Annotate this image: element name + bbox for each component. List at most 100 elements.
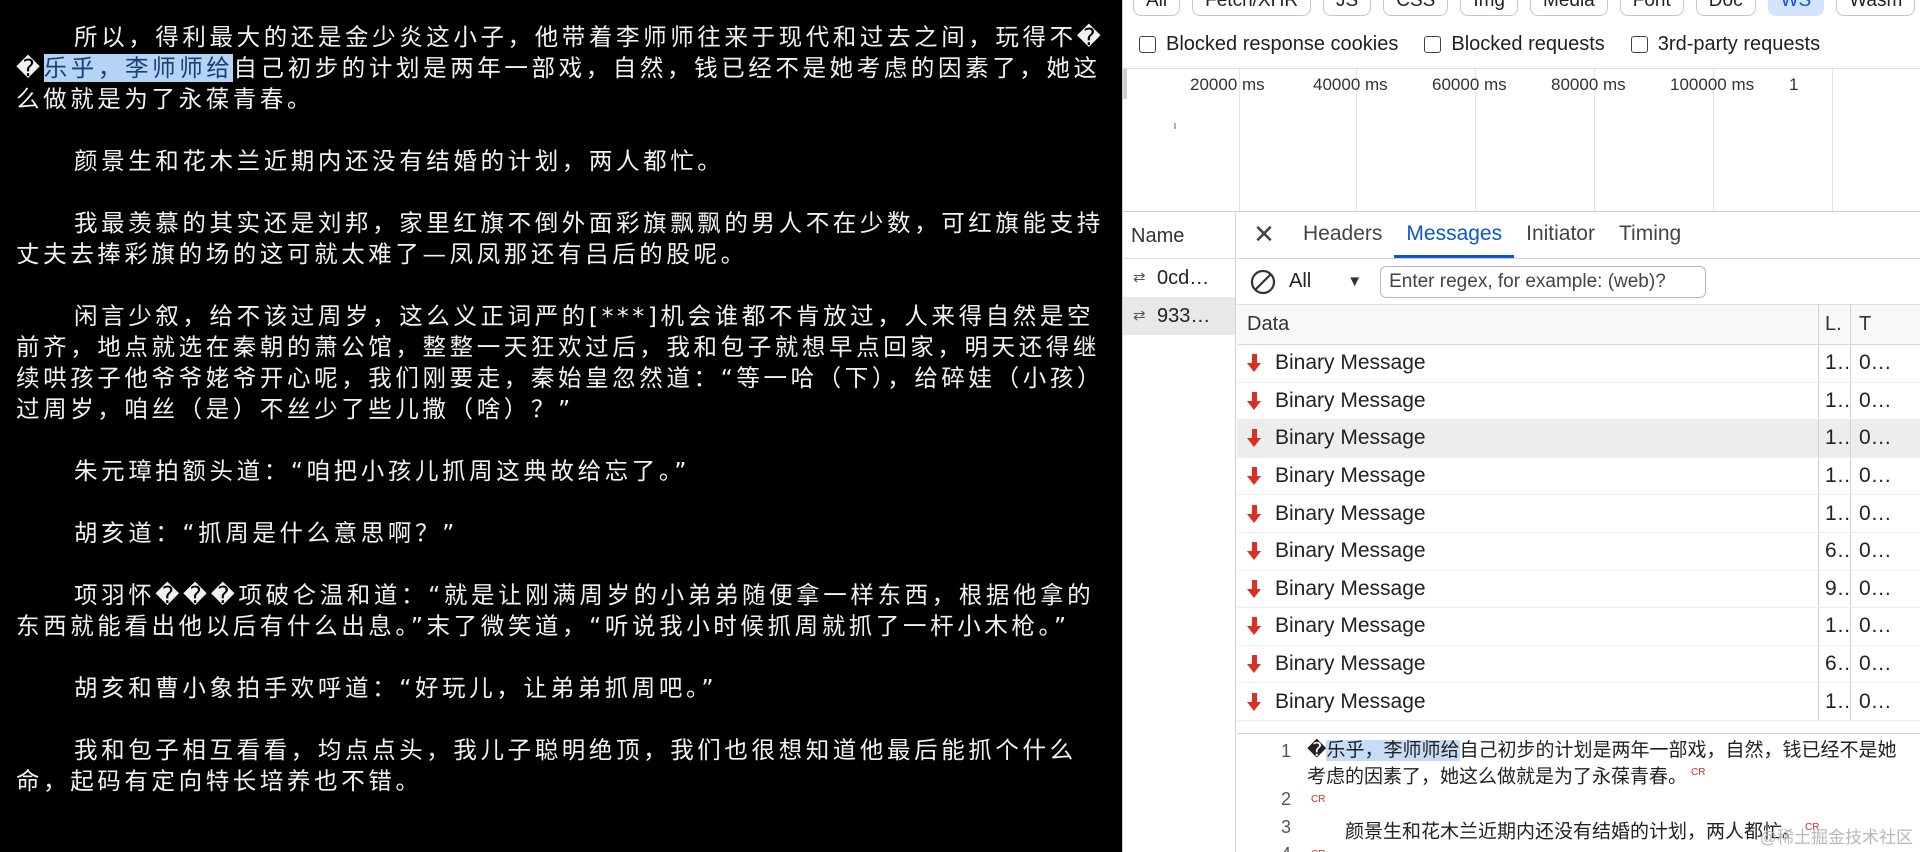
- filter-chip-font[interactable]: Font: [1619, 0, 1684, 16]
- arrow-stem: [1251, 467, 1257, 477]
- message-time: 0…: [1859, 426, 1892, 450]
- message-row[interactable]: Binary Message 1… 0…: [1237, 457, 1920, 496]
- checkbox-label: Blocked requests: [1451, 32, 1605, 55]
- arrow-head: [1247, 363, 1261, 373]
- timeline-scroll-edge[interactable]: [1123, 69, 1127, 99]
- checkbox[interactable]: [1424, 35, 1442, 53]
- message-data: Binary Message: [1275, 388, 1426, 412]
- filter-chip-img[interactable]: Img: [1460, 0, 1518, 16]
- payload-text-segment: 颜景生和花木兰近期内还没有结婚的计划，两人都忙。: [1307, 820, 1802, 842]
- arrow-head: [1247, 626, 1261, 636]
- message-row[interactable]: Binary Message 6… 0…: [1237, 532, 1920, 571]
- paragraph-text: 胡亥和曹小象拍手欢呼道：“好玩儿，让弟弟抓周吧。”: [74, 674, 718, 702]
- payload-line: 1 �乐乎，李师师给自己初步的计划是两年一部戏，自然，钱已经不是她考虑的因素了，她…: [1237, 740, 1920, 788]
- message-time: 0…: [1859, 539, 1892, 563]
- websocket-icon: ⇄: [1133, 307, 1146, 324]
- reader-paragraph: 我和包子相互看看，均点点头，我儿子聪明绝顶，我们也很想知道他最后能抓个什么命，起…: [16, 735, 1112, 797]
- message-row[interactable]: Binary Message 6… 0…: [1237, 645, 1920, 684]
- timeline-tick-label: 40000 ms: [1313, 75, 1388, 94]
- arrow-stem: [1251, 692, 1257, 702]
- message-length: 6…: [1819, 645, 1851, 683]
- name-column-header[interactable]: Name: [1123, 213, 1235, 259]
- message-row[interactable]: Binary Message 9… 0…: [1237, 570, 1920, 609]
- paragraph-text: 我和包子相互看看，均点点头，我儿子聪明绝顶，我们也很想知道他最后能抓个什么命，起…: [16, 736, 1077, 795]
- message-row[interactable]: Binary Message 1… 0…: [1237, 345, 1920, 383]
- incoming-arrow-icon: [1247, 617, 1261, 636]
- message-type-select[interactable]: All ▼: [1289, 270, 1362, 293]
- message-time: 0…: [1859, 614, 1892, 638]
- paragraph-text: 闲言少叙，给不该过周岁，这么义正词严的[***]机会谁都不肯放过，人来得自然是空…: [16, 302, 1105, 423]
- message-time: 0…: [1859, 501, 1892, 525]
- message-data: Binary Message: [1275, 652, 1426, 676]
- request-row[interactable]: ⇄ 0cd…: [1123, 259, 1235, 297]
- network-overview-timeline[interactable]: 20000 ms 40000 ms 60000 ms 80000 ms 100000 m…: [1123, 68, 1920, 213]
- clear-messages-icon[interactable]: [1249, 268, 1277, 296]
- message-data: Binary Message: [1275, 501, 1426, 525]
- payload-text-segment: �: [1307, 740, 1327, 761]
- filter-chip-ws[interactable]: WS: [1767, 0, 1825, 16]
- filter-chip-all[interactable]: All: [1133, 0, 1181, 16]
- filter-chip-wasm[interactable]: Wasm: [1836, 0, 1916, 16]
- tab-initiator[interactable]: Initiator: [1514, 212, 1607, 258]
- message-length: 1…: [1819, 345, 1851, 382]
- checkbox-label: 3rd-party requests: [1657, 32, 1821, 55]
- arrow-stem: [1251, 579, 1257, 589]
- paragraph-text: 朱元璋拍额头道：“咱把小孩儿抓周这典故给忘了。”: [74, 457, 690, 485]
- message-data: Binary Message: [1275, 351, 1426, 375]
- filter-checkbox[interactable]: Blocked response cookies: [1139, 33, 1398, 56]
- message-data: Binary Message: [1275, 689, 1426, 713]
- incoming-arrow-icon: [1247, 354, 1261, 373]
- message-row[interactable]: Binary Message 1… 0…: [1237, 608, 1920, 646]
- line-number: 3: [1280, 816, 1291, 837]
- message-data-cell: Binary Message: [1237, 683, 1819, 720]
- carriage-return-marker: CR: [1691, 767, 1706, 778]
- message-payload-viewer[interactable]: 1 �乐乎，李师师给自己初步的计划是两年一部戏，自然，钱已经不是她考虑的因素了，她…: [1237, 733, 1920, 852]
- checkbox[interactable]: [1139, 35, 1156, 53]
- request-list: ⇄ 0cd… ⇄ 933…: [1123, 259, 1235, 335]
- filter-checkbox[interactable]: 3rd-party requests: [1630, 32, 1821, 56]
- reader-paragraph: 我最羡慕的其实还是刘邦，家里红旗不倒外面彩旗飘飘的男人不在少数，可红旗能支持丈夫…: [16, 208, 1112, 270]
- request-name: 0cd…: [1157, 267, 1210, 289]
- data-column-header[interactable]: Data: [1237, 305, 1819, 344]
- tab-messages[interactable]: Messages: [1394, 212, 1515, 258]
- incoming-arrow-icon: [1247, 542, 1261, 561]
- incoming-arrow-icon: [1247, 692, 1261, 711]
- length-column-header[interactable]: L.: [1819, 305, 1851, 344]
- message-length: 1…: [1819, 420, 1851, 457]
- message-data: Binary Message: [1275, 614, 1426, 638]
- timeline-tick-label: 1: [1789, 75, 1799, 94]
- message-filter-input[interactable]: [1380, 265, 1707, 298]
- message-row[interactable]: Binary Message 1… 0…: [1237, 420, 1920, 458]
- incoming-arrow-icon: [1247, 391, 1261, 410]
- tab-headers[interactable]: Headers: [1291, 212, 1394, 258]
- message-row[interactable]: Binary Message 1… 0…: [1237, 382, 1920, 421]
- message-data-cell: Binary Message: [1237, 608, 1819, 645]
- message-length: 6…: [1819, 532, 1851, 570]
- message-length: 1…: [1819, 495, 1851, 532]
- close-icon[interactable]: ✕: [1251, 212, 1277, 258]
- request-detail-panel: ✕ HeadersMessagesInitiatorTiming All ▼ D…: [1237, 213, 1920, 852]
- filter-chip-fetch-xhr[interactable]: Fetch/XHR: [1192, 0, 1312, 16]
- detail-tab-bar: ✕ Headers Messages Initiator Timing: [1237, 213, 1920, 259]
- tab-timing[interactable]: Timing: [1607, 212, 1693, 258]
- carriage-return-marker: CR: [1311, 794, 1326, 806]
- checkbox[interactable]: [1630, 35, 1648, 53]
- filter-chip-doc[interactable]: Doc: [1695, 0, 1756, 16]
- message-row[interactable]: Binary Message 1… 0…: [1237, 683, 1920, 721]
- arrow-head: [1247, 438, 1261, 448]
- arrow-head: [1247, 588, 1261, 598]
- filter-chip-media[interactable]: Media: [1530, 0, 1608, 16]
- filter-chip-js[interactable]: JS: [1323, 0, 1372, 16]
- request-row[interactable]: ⇄ 933…: [1123, 297, 1235, 335]
- filter-checkbox[interactable]: Blocked requests: [1424, 32, 1605, 56]
- filter-chip-css[interactable]: CSS: [1383, 0, 1449, 16]
- message-data-cell: Binary Message: [1237, 495, 1819, 532]
- message-row[interactable]: Binary Message 1… 0…: [1237, 495, 1920, 533]
- reader-paragraph: 胡亥道：“抓周是什么意思啊？”: [16, 518, 1112, 549]
- message-time: 0…: [1859, 351, 1892, 375]
- time-column-header[interactable]: T: [1851, 305, 1920, 344]
- messages-list: Binary Message1…0…Binary Message1…0…Bina…: [1237, 345, 1920, 721]
- incoming-arrow-icon: [1247, 579, 1261, 598]
- message-data: Binary Message: [1275, 539, 1426, 563]
- resource-type-filter-bar: AllFetch/XHRJSCSSImgMediaFontDocWSWasmMa…: [1123, 0, 1920, 16]
